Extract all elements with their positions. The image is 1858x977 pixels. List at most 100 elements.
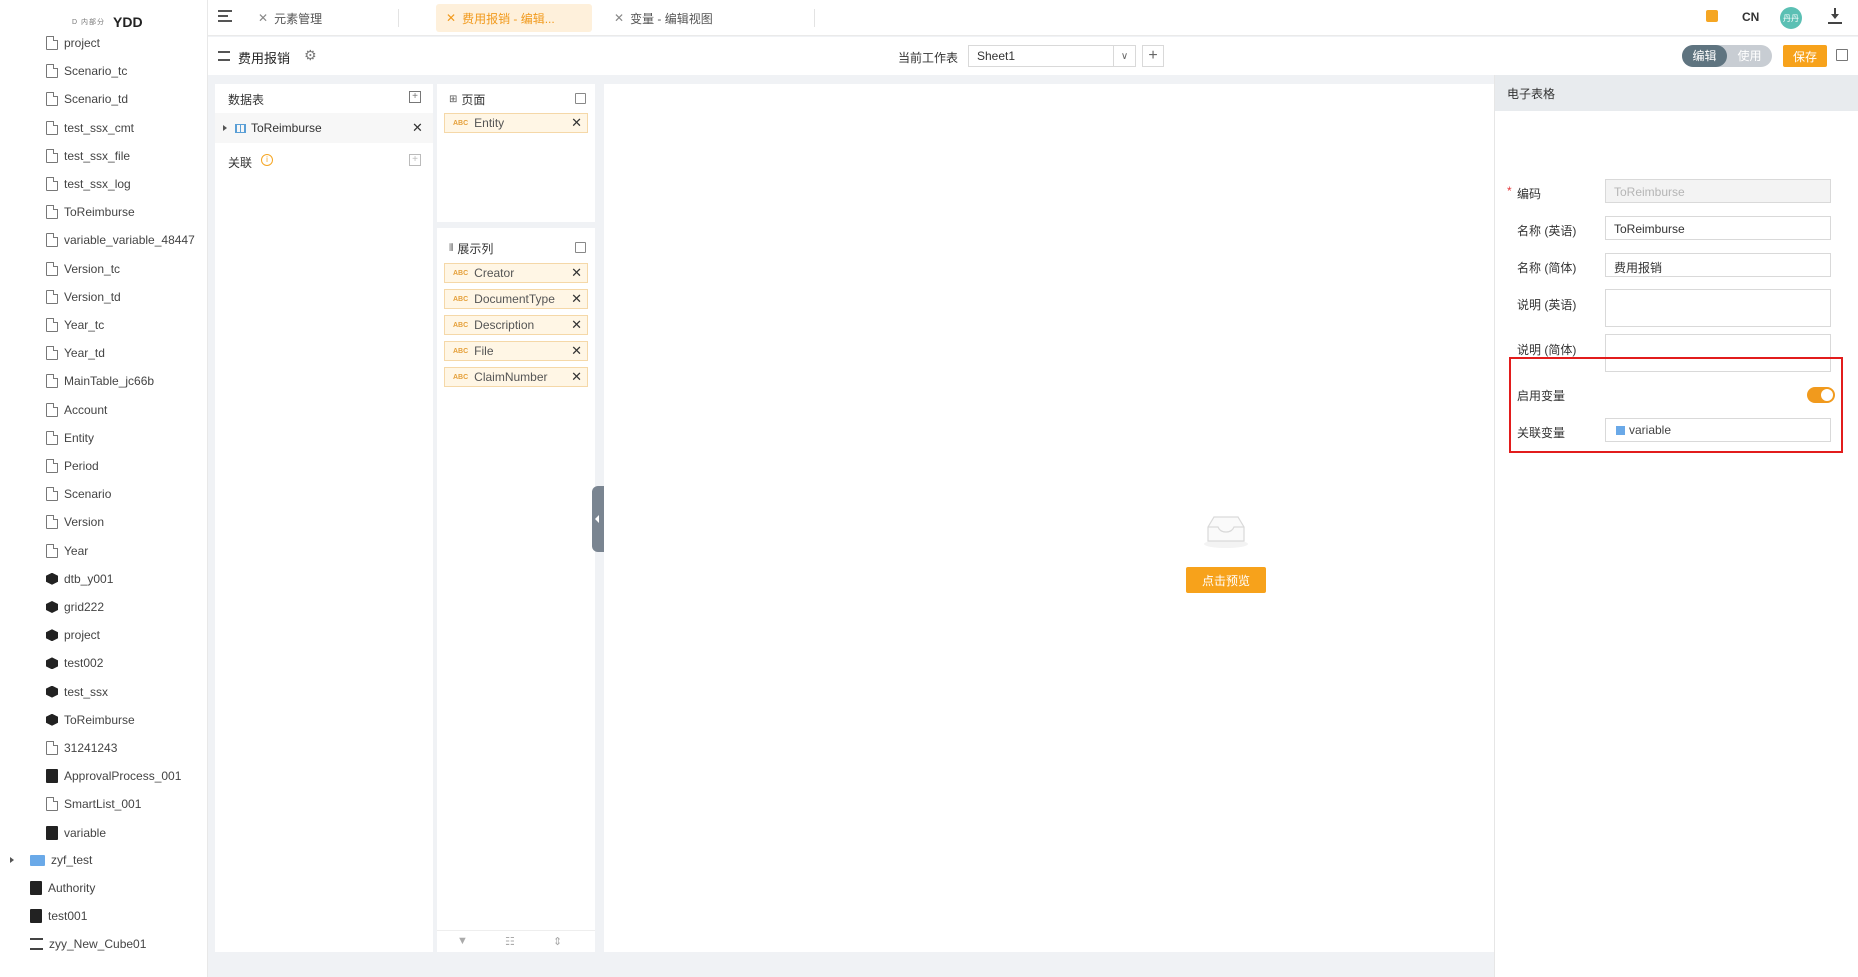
mode-edit[interactable]: 编辑 xyxy=(1682,45,1727,67)
name-en-field[interactable]: ToReimburse xyxy=(1605,216,1831,240)
tree-item[interactable]: project xyxy=(46,32,100,54)
tree-item[interactable]: Scenario_td xyxy=(46,88,128,110)
tab-expense-edit[interactable]: ✕ 费用报销 - 编辑... xyxy=(436,4,592,32)
cube-icon xyxy=(46,629,58,642)
tree-item[interactable]: variable xyxy=(46,822,106,844)
avatar[interactable]: 丹丹 xyxy=(1780,7,1802,29)
field-chip[interactable]: ABC Description ✕ xyxy=(444,315,588,335)
tree-item[interactable]: SmartList_001 xyxy=(46,793,141,815)
tree-item[interactable]: test002 xyxy=(46,652,103,674)
settings-list-icon[interactable]: ☷ xyxy=(505,935,515,948)
tab-divider xyxy=(814,9,815,27)
chevron-down-icon[interactable]: ∨ xyxy=(1113,46,1135,66)
remove-field-icon[interactable]: ✕ xyxy=(571,265,582,281)
grid-icon: ⊞ xyxy=(449,94,458,105)
tree-root-item[interactable]: Authority xyxy=(30,877,95,899)
logo-text: YDD xyxy=(113,14,143,30)
document-icon xyxy=(46,487,58,502)
field-chip[interactable]: ABC ClaimNumber ✕ xyxy=(444,367,588,387)
layers-icon xyxy=(218,51,230,61)
data-table-row[interactable]: ToReimburse ✕ xyxy=(215,113,433,143)
tree-item[interactable]: test_ssx xyxy=(46,681,108,703)
tree-item[interactable]: Account xyxy=(46,399,107,421)
gear-icon[interactable]: ⚙ xyxy=(304,47,317,64)
tree-item[interactable]: test_ssx_file xyxy=(46,145,130,167)
tree-item[interactable]: Version xyxy=(46,511,104,533)
document-icon xyxy=(46,515,58,530)
remove-field-icon[interactable]: ✕ xyxy=(571,369,582,385)
tree-item-label: Scenario_tc xyxy=(64,64,128,79)
field-chip[interactable]: ABC DocumentType ✕ xyxy=(444,289,588,309)
tree-root-item[interactable]: zyf_test xyxy=(10,849,92,871)
tab-divider xyxy=(398,9,399,27)
sheet-select[interactable]: Sheet1 ∨ xyxy=(968,45,1136,67)
tree-item[interactable]: Year xyxy=(46,540,88,562)
tree-item[interactable]: grid222 xyxy=(46,596,104,618)
remove-field-icon[interactable]: ✕ xyxy=(571,115,582,131)
tree-item-label: ToReimburse xyxy=(64,712,135,727)
name-cn-field[interactable]: 费用报销 xyxy=(1605,253,1831,277)
add-relation-button[interactable]: + xyxy=(409,154,421,166)
enable-variable-toggle[interactable] xyxy=(1807,387,1835,403)
field-chip[interactable]: ABC File ✕ xyxy=(444,341,588,361)
collapse-handle[interactable] xyxy=(592,486,604,552)
expand-caret-icon[interactable] xyxy=(10,857,14,863)
tree-item[interactable]: variable_variable_48447 xyxy=(46,229,195,251)
tree-item[interactable]: Version_td xyxy=(46,286,121,308)
document-icon xyxy=(46,318,58,332)
tab-variable-edit-view[interactable]: ✕ 变量 - 编辑视图 xyxy=(604,4,754,32)
save-options-icon[interactable] xyxy=(1836,49,1848,61)
download-icon[interactable] xyxy=(1828,8,1842,24)
add-page-field-icon[interactable] xyxy=(575,93,586,104)
mode-use[interactable]: 使用 xyxy=(1727,45,1772,67)
tree-item[interactable]: test_ssx_log xyxy=(46,173,131,195)
field-chip-label: ClaimNumber xyxy=(474,370,548,384)
info-icon[interactable]: i xyxy=(261,154,273,166)
tree-item[interactable]: ToReimburse xyxy=(46,201,135,223)
mode-toggle[interactable]: 编辑 使用 xyxy=(1682,45,1772,67)
link-variable-field[interactable]: variable xyxy=(1605,418,1831,442)
expand-caret-icon[interactable] xyxy=(223,125,227,131)
tree-item[interactable]: Period xyxy=(46,455,99,477)
tree-root-item[interactable]: test001 xyxy=(30,905,87,927)
remove-field-icon[interactable]: ✕ xyxy=(571,317,582,333)
tree-item[interactable]: ApprovalProcess_001 xyxy=(46,765,181,787)
cube-icon xyxy=(46,657,58,670)
tree-item[interactable]: dtb_y001 xyxy=(46,568,113,590)
desc-en-field[interactable] xyxy=(1605,289,1831,327)
add-sheet-button[interactable]: + xyxy=(1142,45,1164,67)
preview-button[interactable]: 点击预览 xyxy=(1186,567,1266,593)
field-chip[interactable]: ABC Entity ✕ xyxy=(444,113,588,133)
tree-item[interactable]: Year_tc xyxy=(46,314,104,336)
add-column-icon[interactable] xyxy=(575,242,586,253)
tree-item[interactable]: Version_tc xyxy=(46,258,120,280)
tree-item[interactable]: Year_td xyxy=(46,342,105,364)
shopping-bag-icon[interactable] xyxy=(1706,10,1718,22)
remove-field-icon[interactable]: ✕ xyxy=(571,291,582,307)
data-table-panel: 数据表 + ToReimburse ✕ 关联 i + xyxy=(215,84,433,952)
tree-item[interactable]: Scenario_tc xyxy=(46,60,127,82)
tools-icon: ✕ xyxy=(446,11,457,25)
document-icon xyxy=(46,177,58,191)
menu-icon[interactable] xyxy=(218,10,232,22)
field-chip[interactable]: ABC Creator ✕ xyxy=(444,263,588,283)
add-table-button[interactable]: + xyxy=(409,91,421,103)
text-type-icon: ABC xyxy=(453,321,469,329)
sort-icon[interactable]: ⇕ xyxy=(553,935,562,948)
tree-item[interactable]: project xyxy=(46,624,100,646)
save-button[interactable]: 保存 xyxy=(1783,45,1827,67)
code-label: 编码 xyxy=(1517,187,1542,201)
tree-item[interactable]: 31241243 xyxy=(46,737,117,759)
tab-element-management[interactable]: ✕ 元素管理 xyxy=(248,4,398,32)
tree-item-label: Version xyxy=(64,515,105,530)
tree-item[interactable]: ToReimburse xyxy=(46,709,135,731)
tree-item[interactable]: Scenario xyxy=(46,483,111,505)
filter-icon[interactable]: ▼ xyxy=(457,935,468,947)
remove-field-icon[interactable]: ✕ xyxy=(571,343,582,359)
language-switch[interactable]: CN xyxy=(1742,10,1759,24)
tree-item[interactable]: test_ssx_cmt xyxy=(46,117,134,139)
tree-item[interactable]: MainTable_jc66b xyxy=(46,370,154,392)
tree-root-item[interactable]: zyy_New_Cube01 xyxy=(30,933,146,955)
remove-table-button[interactable]: ✕ xyxy=(412,120,423,136)
tree-item[interactable]: Entity xyxy=(46,427,94,449)
